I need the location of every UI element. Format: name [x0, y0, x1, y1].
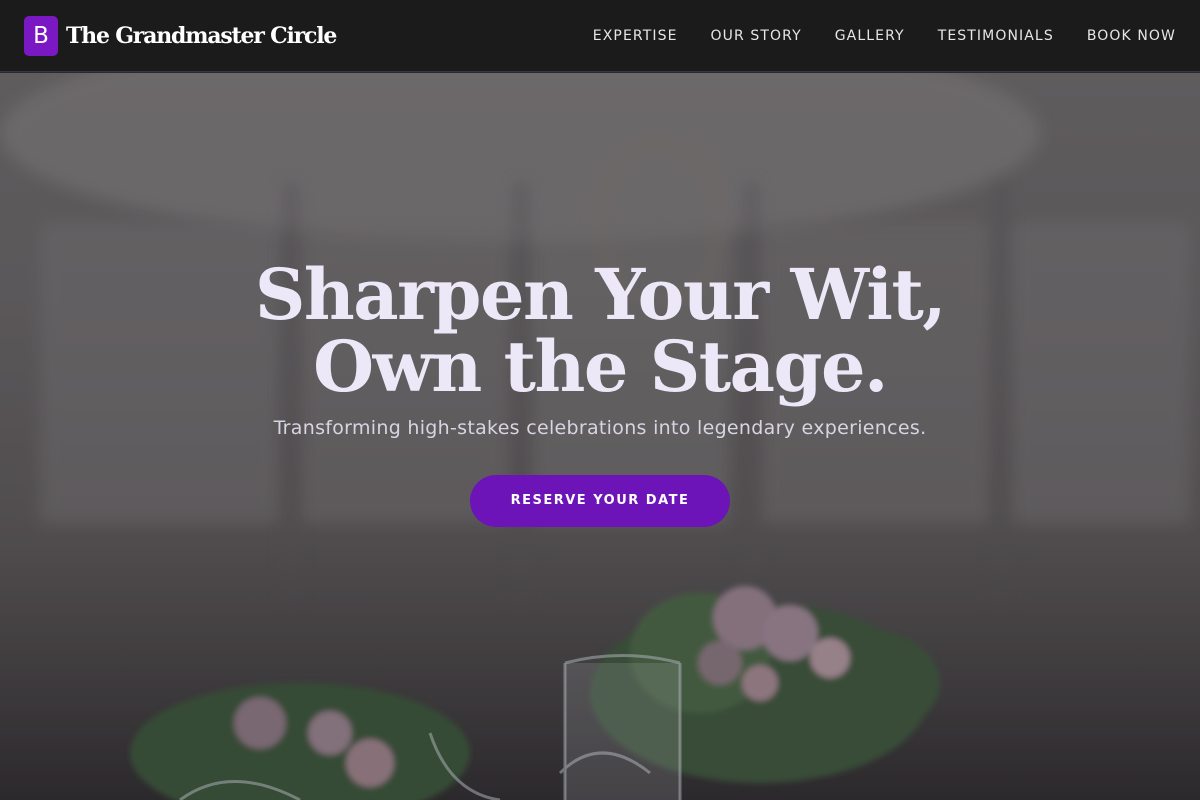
- hero-title: Sharpen Your Wit, Own the Stage.: [254, 253, 947, 408]
- brand-logo-icon: B: [24, 16, 58, 56]
- hero-content: Sharpen Your Wit, Own the Stage. Transfo…: [0, 259, 1200, 527]
- hero-section: Sharpen Your Wit, Own the Stage. Transfo…: [0, 73, 1200, 800]
- nav-link-book-now[interactable]: BOOK NOW: [1087, 28, 1176, 44]
- brand-name: The Grandmaster Circle: [66, 23, 337, 49]
- main-nav: EXPERTISE OUR STORY GALLERY TESTIMONIALS…: [593, 0, 1176, 72]
- reserve-date-button[interactable]: RESERVE YOUR DATE: [470, 475, 730, 527]
- brand-home-link[interactable]: B The Grandmaster Circle: [24, 16, 337, 56]
- landing-page: B The Grandmaster Circle EXPERTISE OUR S…: [0, 0, 1200, 800]
- nav-link-expertise[interactable]: EXPERTISE: [593, 28, 678, 44]
- top-navbar: B The Grandmaster Circle EXPERTISE OUR S…: [0, 0, 1200, 72]
- nav-link-our-story[interactable]: OUR STORY: [711, 28, 802, 44]
- nav-link-testimonials[interactable]: TESTIMONIALS: [938, 28, 1054, 44]
- nav-link-gallery[interactable]: GALLERY: [835, 28, 905, 44]
- hero-subtitle: Transforming high-stakes celebrations in…: [273, 417, 927, 439]
